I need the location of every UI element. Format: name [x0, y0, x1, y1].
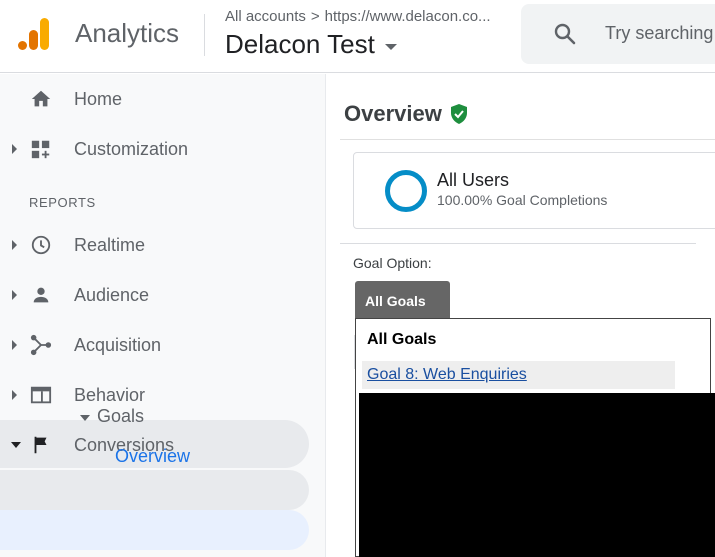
- sidebar-item-label: Audience: [74, 284, 150, 305]
- dashboard-plus-icon: [31, 140, 50, 159]
- dropdown-header: All Goals: [367, 331, 437, 348]
- sidebar-item-label: Realtime: [74, 234, 146, 255]
- property-selector[interactable]: Delacon Test: [225, 29, 397, 60]
- sidebar-item-behavior[interactable]: Behavior: [0, 371, 310, 419]
- reports-section-label: REPORTS: [29, 195, 96, 210]
- chevron-right-icon: [12, 340, 17, 350]
- sidebar-item-label: Acquisition: [74, 334, 162, 355]
- person-icon: [33, 287, 49, 303]
- chevron-right-icon: [12, 144, 17, 154]
- goal-option-label: Goal Option:: [353, 255, 432, 271]
- top-header: Analytics All accounts > https://www.delac…: [0, 0, 715, 73]
- chevron-right-icon: [12, 390, 17, 400]
- chevron-right-icon: [12, 290, 17, 300]
- goals-highlight: [0, 470, 309, 510]
- sidebar-nav: Home Customization REPORTS Realtime Audi…: [0, 74, 326, 557]
- segment-name: All Users: [437, 170, 510, 190]
- app-name: Analytics: [75, 18, 180, 48]
- redacted-region: [359, 393, 715, 557]
- segment-circle-icon: [385, 170, 427, 212]
- segment-subtitle: 100.00% Goal Completions: [437, 192, 608, 208]
- page-title: Overview: [344, 101, 468, 127]
- flag-icon: [34, 436, 47, 454]
- sidebar-item-acquisition[interactable]: Acquisition: [0, 321, 310, 369]
- sidebar-item-customization[interactable]: Customization: [0, 125, 310, 173]
- breadcrumb-root[interactable]: All accounts: [225, 8, 306, 25]
- breadcrumb-url[interactable]: https://www.delacon.co...: [325, 8, 491, 25]
- acquisition-icon: [30, 334, 52, 356]
- page-title-text: Overview: [344, 101, 442, 126]
- goal-option-tab-all-goals[interactable]: All Goals: [355, 281, 450, 319]
- analytics-logo-icon[interactable]: [16, 16, 52, 52]
- header-divider: [204, 14, 205, 56]
- sidebar-item-label: Behavior: [74, 384, 146, 405]
- breadcrumb[interactable]: All accounts > https://www.delacon.co...: [225, 8, 515, 25]
- search-placeholder: Try searching: [605, 23, 714, 43]
- overview-highlight: [0, 510, 309, 550]
- breadcrumb-separator: >: [310, 8, 320, 25]
- property-name: Delacon Test: [225, 29, 375, 59]
- divider: [340, 139, 715, 140]
- search-box[interactable]: Try searching: [521, 4, 715, 64]
- sidebar-item-label: Customization: [74, 138, 189, 159]
- sidebar-item-audience[interactable]: Audience: [0, 271, 310, 319]
- home-icon: [31, 90, 51, 107]
- segment-card[interactable]: All Users 100.00% Goal Completions: [353, 152, 715, 229]
- chevron-down-icon: [80, 415, 90, 421]
- behavior-icon: [30, 386, 52, 404]
- verified-shield-icon: [450, 104, 467, 124]
- search-icon: [554, 23, 576, 45]
- divider: [340, 243, 696, 244]
- chevron-right-icon: [12, 240, 17, 250]
- dropdown-item[interactable]: Goal 8: Web Enquiries: [362, 361, 675, 389]
- chevron-down-icon: [11, 442, 21, 448]
- sidebar-item-home[interactable]: Home: [0, 75, 310, 123]
- sidebar-item-realtime[interactable]: Realtime: [0, 221, 310, 269]
- goal-link[interactable]: Goal 8: Web Enquiries: [367, 366, 527, 384]
- clock-icon: [31, 235, 51, 255]
- sidebar-subitem-overview[interactable]: Overview: [115, 446, 190, 467]
- sidebar-subitem-goals[interactable]: Goals: [97, 406, 144, 427]
- sidebar-item-label: Home: [74, 88, 123, 109]
- caret-down-icon: [384, 43, 397, 50]
